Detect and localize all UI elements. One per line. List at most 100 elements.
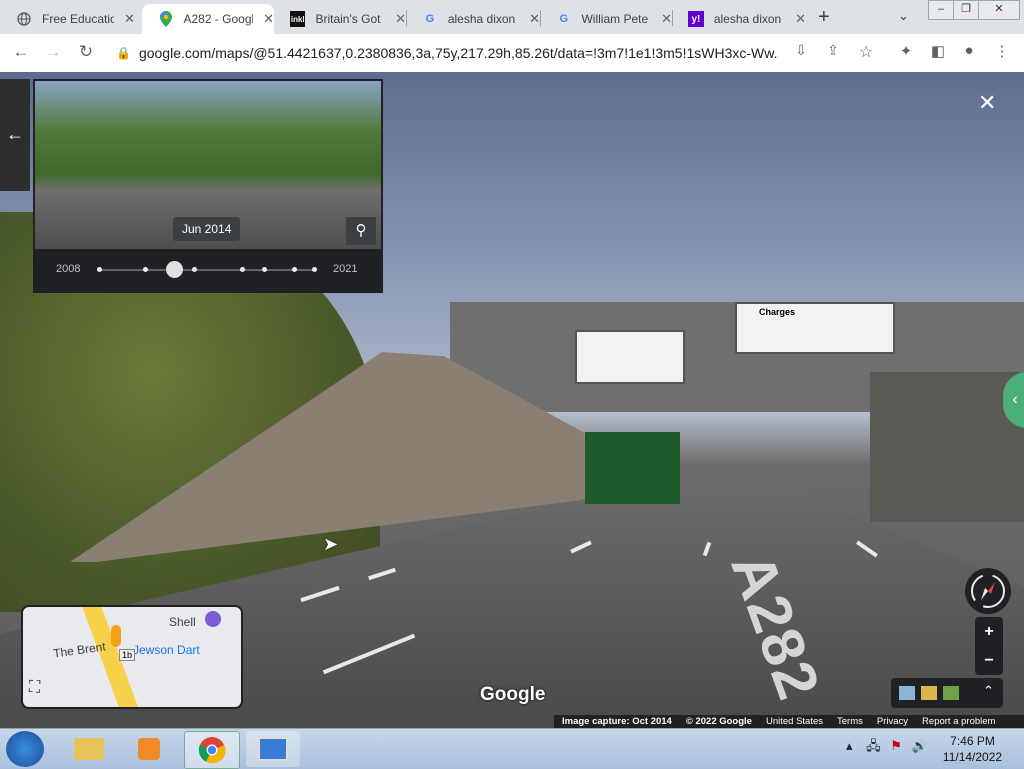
timeline-dot[interactable]	[143, 267, 148, 272]
timeline-dot[interactable]	[240, 267, 245, 272]
address-bar[interactable]: 🔒 google.com/maps/@51.4421637,0.2380836,…	[108, 39, 788, 67]
show-hidden-icons-icon[interactable]: ▴	[846, 738, 853, 753]
url-text: google.com/maps/@51.4421637,0.2380836,3a…	[138, 45, 779, 61]
copyright: © 2022 Google	[685, 716, 752, 727]
region-link[interactable]: United States	[766, 716, 823, 727]
reload-icon[interactable]: ↻	[75, 42, 97, 62]
back-arrow-icon[interactable]: ←	[10, 42, 32, 62]
system-clock[interactable]: 7:46 PM 11/14/2022	[930, 733, 1015, 765]
zoom-in-button[interactable]: +	[975, 617, 1003, 646]
layer-thumb-sky[interactable]	[899, 686, 915, 700]
report-problem-link[interactable]: Report a problem	[922, 716, 995, 727]
volume-icon[interactable]: 🔊	[912, 738, 928, 753]
close-window-button[interactable]: ✕	[978, 0, 1020, 20]
tab-free-education[interactable]: Free Educatio ✕	[0, 4, 142, 34]
timeline-slider[interactable]	[97, 261, 317, 278]
back-to-map-panel[interactable]: ←	[0, 79, 30, 191]
tab-close-icon[interactable]: ✕	[124, 11, 135, 27]
tab-title: Britain's Got	[315, 12, 381, 26]
imagery-layers-bar: ⌃	[891, 678, 1003, 708]
tab-alesha-dixon-yahoo[interactable]: y! alesha dixon ✕	[672, 4, 806, 34]
globe-icon	[16, 11, 32, 27]
timeline-dot[interactable]	[192, 267, 197, 272]
google-watermark: Google	[480, 684, 546, 705]
pegman-icon[interactable]	[111, 625, 121, 647]
tab-title: Free Educatio	[42, 12, 114, 26]
lorry	[585, 432, 680, 504]
yahoo-icon: y!	[688, 11, 704, 27]
expand-layers-icon[interactable]: ⌃	[983, 683, 994, 699]
minimap-label-jewson: Jewson Dart	[133, 643, 200, 657]
tab-title: A282 - Google	[183, 12, 253, 26]
new-tab-button[interactable]: +	[818, 6, 830, 29]
mouse-cursor-icon: ➤	[323, 534, 339, 554]
time-travel-panel: Jun 2014 ⚲ 2008 2021	[33, 79, 383, 293]
minimap[interactable]: The Brent Shell Jewson Dart 1b ⛶	[21, 605, 243, 709]
timeline-dot[interactable]	[292, 267, 297, 272]
tab-william-pete[interactable]: G William Pete ✕	[540, 4, 672, 34]
tab-close-icon[interactable]: ✕	[795, 11, 806, 27]
minimap-label-the-brent: The Brent	[52, 639, 107, 661]
chrome-taskbar-icon[interactable]	[184, 731, 240, 769]
restore-button[interactable]: ❐	[953, 0, 979, 20]
zoom-control: + −	[975, 617, 1003, 675]
google-g-icon: G	[425, 13, 435, 25]
zoom-in-thumbnail-icon[interactable]: ⚲	[346, 217, 376, 245]
bookmark-star-icon[interactable]: ☆	[855, 42, 877, 62]
media-player-icon[interactable]	[122, 731, 176, 767]
timeline-knob[interactable]	[166, 261, 183, 278]
bridge-pillar	[870, 372, 1024, 522]
lock-icon: 🔒	[116, 46, 131, 60]
road-badge: 1b	[119, 649, 136, 661]
tab-alesha-dixon-google[interactable]: G alesha dixon ✕	[406, 4, 540, 34]
tab-title: William Pete	[581, 12, 649, 26]
clock-date: 11/14/2022	[942, 750, 1003, 764]
tab-close-icon[interactable]: ✕	[529, 11, 540, 27]
overhead-sign-left	[575, 330, 685, 384]
timeline-end-year: 2021	[333, 263, 358, 275]
fuel-poi-icon[interactable]	[205, 611, 221, 627]
profile-avatar-icon[interactable]: ●	[958, 42, 980, 59]
timeline-dot[interactable]	[262, 267, 267, 272]
google-g-icon: G	[559, 13, 569, 25]
inkl-icon: inkl	[290, 11, 306, 27]
privacy-link[interactable]: Privacy	[877, 716, 908, 727]
layer-thumb-satellite[interactable]	[943, 686, 959, 700]
timeline-dot[interactable]	[312, 267, 317, 272]
tab-search-chevron-icon[interactable]: ⌄	[898, 8, 909, 24]
side-panel-icon[interactable]: ◧	[927, 42, 949, 60]
forward-arrow-icon[interactable]: →	[42, 42, 64, 62]
file-explorer-icon[interactable]	[62, 731, 116, 767]
tab-strip: Free Educatio ✕ A282 - Google ✕ inkl Bri…	[0, 0, 1024, 34]
expand-map-icon[interactable]: ⛶	[29, 679, 40, 697]
terms-link[interactable]: Terms	[837, 716, 863, 727]
network-icon[interactable]: 🖧	[866, 738, 881, 753]
clock-time: 7:46 PM	[950, 734, 995, 748]
maps-pin-icon	[158, 11, 173, 27]
compass-icon[interactable]	[965, 568, 1011, 614]
start-button[interactable]	[6, 731, 44, 767]
tab-close-icon[interactable]: ✕	[263, 11, 274, 27]
remote-desktop-icon[interactable]	[246, 731, 300, 767]
tab-a282-google-maps[interactable]: A282 - Google ✕	[142, 4, 274, 34]
zoom-out-button[interactable]: −	[975, 646, 1003, 675]
browser-toolbar: ← → ↻ 🔒 google.com/maps/@51.4421637,0.23…	[0, 34, 1024, 73]
tab-britains-got[interactable]: inkl Britain's Got ✕	[274, 4, 406, 34]
action-center-icon[interactable]: ⚑	[890, 738, 902, 753]
timeline-start-year: 2008	[56, 263, 81, 275]
extensions-icon[interactable]: ✦	[895, 42, 917, 60]
date-tooltip: Jun 2014	[173, 217, 241, 241]
street-view-panorama[interactable]: Charges A282 ✕ ← Jun 2014 ⚲ 2008 2021 Th…	[0, 72, 1024, 728]
layer-thumb-map[interactable]	[921, 686, 937, 700]
close-street-view-icon[interactable]: ✕	[978, 90, 996, 116]
windows-taskbar: ▴ 🖧 ⚑ 🔊 7:46 PM 11/14/2022	[0, 728, 1024, 769]
tab-close-icon[interactable]: ✕	[661, 11, 672, 27]
tab-title: alesha dixon	[713, 12, 782, 26]
tab-close-icon[interactable]: ✕	[395, 11, 406, 27]
minimize-button[interactable]: –	[928, 0, 954, 20]
share-icon[interactable]: ⇪	[822, 42, 844, 59]
timeline-dot[interactable]	[97, 267, 102, 272]
menu-kebab-icon[interactable]: ⋮	[991, 42, 1013, 60]
install-icon[interactable]: ⇩	[790, 42, 812, 59]
back-arrow-icon[interactable]: ←	[0, 124, 30, 145]
